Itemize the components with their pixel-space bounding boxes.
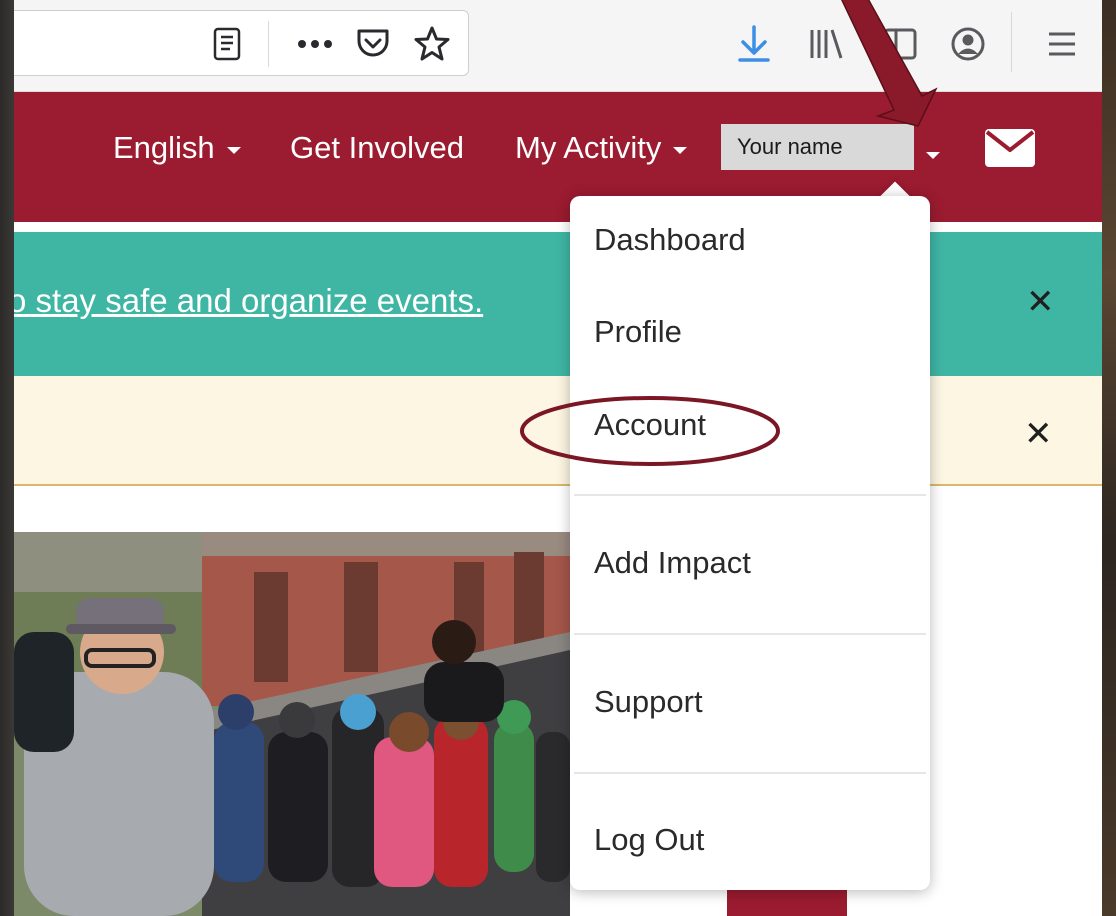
menu-item-account[interactable]: Account: [594, 407, 706, 443]
my-activity-menu[interactable]: My Activity: [515, 128, 688, 168]
site-header: English Get Involved My Activity Your na…: [14, 92, 1102, 222]
account-icon[interactable]: [948, 24, 988, 64]
menu-item-log-out[interactable]: Log Out: [594, 822, 704, 858]
library-icon[interactable]: [806, 24, 846, 64]
download-icon[interactable]: [734, 22, 774, 66]
mail-icon[interactable]: [984, 128, 1036, 173]
chevron-down-icon: [673, 146, 688, 154]
language-menu[interactable]: English: [113, 128, 241, 168]
browser-toolbar: [14, 0, 1102, 92]
user-name-label: Your name: [737, 134, 843, 159]
address-bar-separator: [268, 21, 269, 67]
menu-divider: [574, 494, 926, 496]
menu-item-profile[interactable]: Profile: [594, 314, 682, 350]
get-involved-label: Get Involved: [290, 130, 465, 165]
close-icon[interactable]: ✕: [1024, 414, 1053, 454]
info-banner: o stay safe and organize events. ✕: [14, 232, 1102, 376]
close-icon[interactable]: ✕: [1026, 282, 1055, 322]
reader-view-icon[interactable]: [209, 25, 245, 63]
pocket-icon[interactable]: [353, 25, 393, 63]
menu-divider: [574, 633, 926, 635]
address-bar[interactable]: [14, 10, 469, 76]
user-name-menu[interactable]: Your name: [721, 124, 914, 170]
info-banner-link[interactable]: o stay safe and organize events.: [14, 282, 483, 320]
chevron-down-icon: [226, 146, 241, 154]
toolbar-separator: [1011, 12, 1012, 72]
menu-divider: [574, 772, 926, 774]
menu-item-dashboard[interactable]: Dashboard: [594, 222, 746, 258]
get-involved-link[interactable]: Get Involved: [290, 128, 464, 168]
user-menu-chevron-down-icon[interactable]: [926, 152, 940, 159]
screenshot-frame-right: [1102, 0, 1116, 916]
my-activity-label: My Activity: [515, 130, 662, 165]
menu-item-add-impact[interactable]: Add Impact: [594, 545, 751, 581]
browser-window: English Get Involved My Activity Your na…: [14, 0, 1102, 916]
sidebar-icon[interactable]: [880, 24, 920, 64]
screenshot-frame-left: [0, 0, 14, 916]
hamburger-menu-icon[interactable]: [1042, 24, 1082, 64]
user-dropdown-menu: Dashboard Profile Account Add Impact Sup…: [570, 196, 930, 890]
language-menu-label: English: [113, 130, 215, 165]
page-actions-icon[interactable]: [295, 29, 335, 59]
bookmark-star-icon[interactable]: [411, 23, 453, 65]
notice-banner: ✕: [14, 376, 1102, 486]
hero-photo: [14, 532, 570, 916]
menu-item-support[interactable]: Support: [594, 684, 703, 720]
